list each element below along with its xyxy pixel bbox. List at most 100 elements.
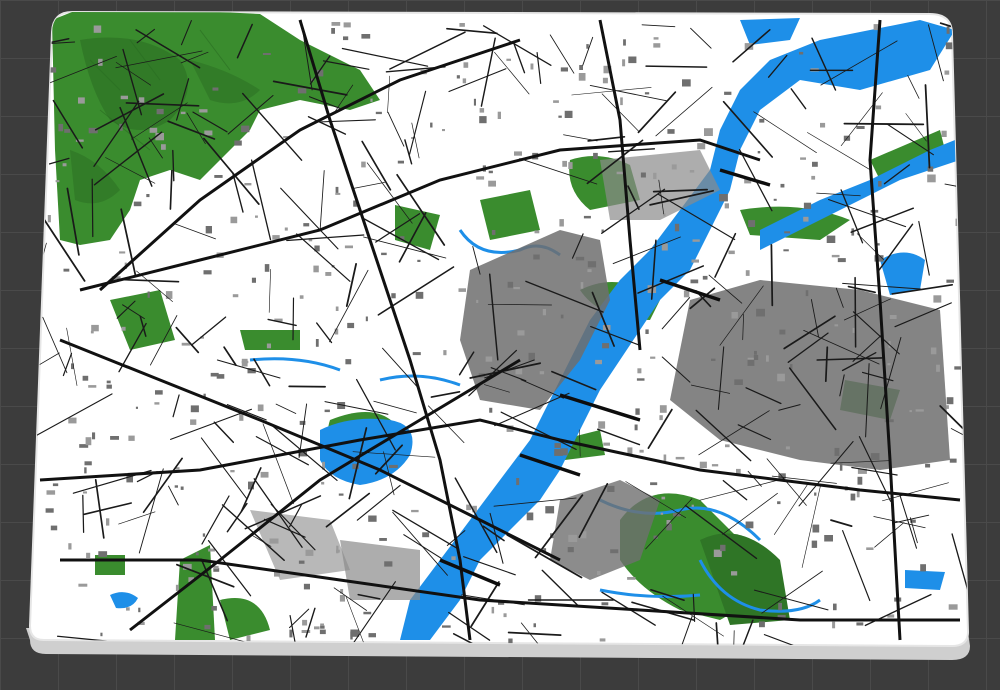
building bbox=[946, 397, 954, 405]
building bbox=[84, 461, 92, 466]
building bbox=[587, 261, 597, 268]
building bbox=[526, 512, 534, 521]
building bbox=[251, 277, 256, 283]
building bbox=[361, 161, 366, 168]
building bbox=[650, 482, 658, 486]
building bbox=[724, 91, 732, 95]
building bbox=[78, 583, 88, 587]
building bbox=[350, 631, 353, 640]
building bbox=[560, 448, 568, 456]
building bbox=[443, 350, 447, 356]
building bbox=[516, 478, 520, 486]
building bbox=[46, 490, 56, 495]
building bbox=[232, 294, 239, 298]
road-segment bbox=[770, 244, 774, 307]
building bbox=[343, 22, 351, 28]
building bbox=[488, 170, 493, 174]
building bbox=[62, 163, 67, 167]
building bbox=[866, 547, 874, 550]
building bbox=[602, 343, 610, 349]
building bbox=[949, 458, 957, 463]
building bbox=[68, 543, 72, 550]
building bbox=[528, 352, 535, 361]
building bbox=[674, 223, 680, 232]
building bbox=[260, 471, 269, 478]
building bbox=[920, 564, 926, 572]
building bbox=[230, 216, 238, 224]
building bbox=[667, 129, 675, 134]
building bbox=[777, 501, 781, 505]
building bbox=[84, 467, 87, 474]
building bbox=[731, 312, 738, 319]
building bbox=[491, 230, 496, 235]
building bbox=[567, 547, 574, 553]
building bbox=[659, 415, 663, 421]
building bbox=[745, 521, 754, 529]
building bbox=[476, 176, 485, 180]
building bbox=[303, 583, 310, 590]
building bbox=[683, 290, 690, 298]
building bbox=[381, 252, 387, 256]
building bbox=[343, 36, 349, 41]
building bbox=[284, 227, 288, 231]
building bbox=[456, 75, 460, 79]
building bbox=[313, 265, 319, 273]
building bbox=[205, 226, 212, 234]
building bbox=[542, 309, 546, 316]
building bbox=[388, 464, 398, 468]
building bbox=[564, 110, 573, 118]
building bbox=[636, 378, 645, 381]
building bbox=[513, 287, 520, 290]
building bbox=[811, 540, 818, 548]
building bbox=[653, 43, 661, 48]
building bbox=[833, 603, 837, 611]
building bbox=[824, 535, 833, 542]
building bbox=[560, 67, 568, 72]
building bbox=[212, 87, 219, 91]
building bbox=[889, 315, 897, 319]
building bbox=[852, 327, 855, 333]
building bbox=[856, 126, 865, 129]
road-segment bbox=[843, 122, 925, 126]
building bbox=[303, 223, 310, 227]
building bbox=[269, 538, 279, 544]
building bbox=[759, 118, 765, 123]
building bbox=[878, 181, 882, 187]
building bbox=[777, 373, 785, 382]
building bbox=[85, 437, 92, 446]
road-segment bbox=[958, 28, 968, 33]
building bbox=[63, 268, 70, 272]
building bbox=[620, 97, 623, 106]
building bbox=[663, 454, 667, 462]
building bbox=[119, 251, 126, 254]
building bbox=[671, 164, 677, 170]
building bbox=[933, 295, 942, 303]
city-map-3d-print-model[interactable] bbox=[0, 0, 1000, 690]
building bbox=[485, 356, 493, 362]
building bbox=[442, 129, 445, 132]
building bbox=[331, 28, 335, 34]
building bbox=[415, 291, 424, 299]
building bbox=[915, 409, 924, 412]
building bbox=[870, 453, 880, 461]
building bbox=[799, 51, 804, 55]
building bbox=[748, 220, 756, 227]
building bbox=[839, 463, 843, 471]
building bbox=[146, 194, 150, 198]
building bbox=[211, 606, 217, 611]
building bbox=[473, 98, 476, 106]
building bbox=[417, 259, 421, 262]
building bbox=[666, 524, 672, 531]
building bbox=[497, 111, 501, 119]
building bbox=[627, 577, 636, 580]
building bbox=[578, 73, 586, 81]
building bbox=[68, 417, 77, 424]
building bbox=[422, 532, 430, 538]
building bbox=[301, 630, 311, 633]
building bbox=[944, 70, 950, 75]
building bbox=[331, 22, 341, 26]
building bbox=[345, 359, 352, 365]
building bbox=[562, 160, 567, 167]
building bbox=[927, 174, 936, 183]
building bbox=[634, 424, 638, 431]
